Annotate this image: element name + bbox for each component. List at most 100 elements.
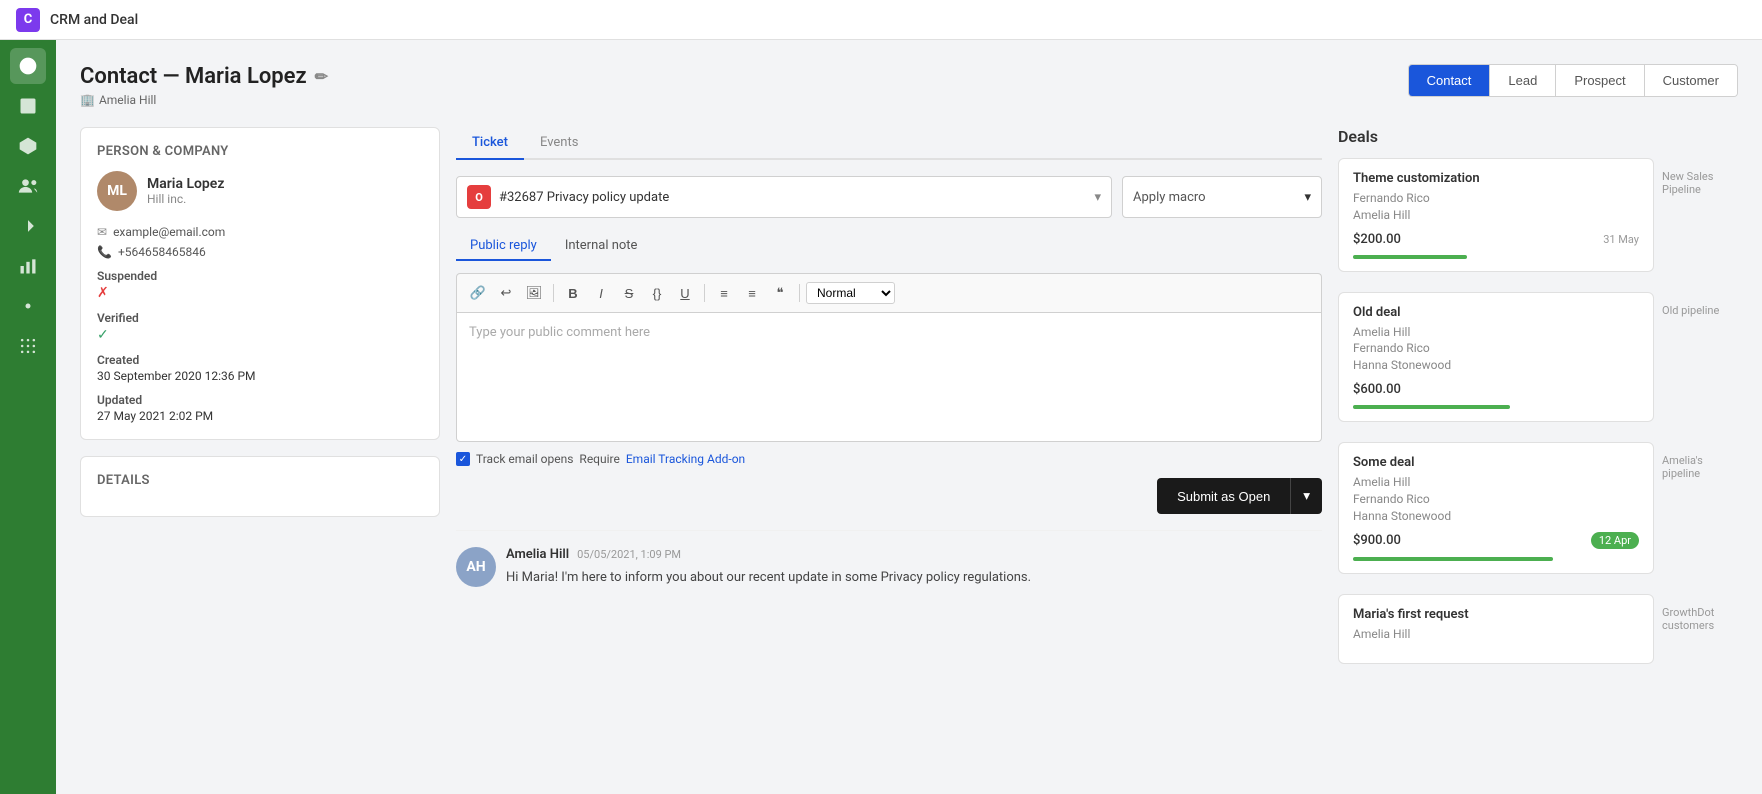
deal-persons-4: Amelia Hill [1353,626,1639,643]
track-email-require: Require [579,452,619,466]
deal-footer-2: $600.00 [1353,382,1639,397]
toolbar-code-btn[interactable]: {} [644,280,670,306]
sidebar [0,40,56,794]
deal-progress-2 [1353,405,1510,409]
toolbar-ol-btn[interactable]: ≡ [739,280,765,306]
deals-list: Theme customization Fernando RicoAmelia … [1338,158,1738,674]
editor-container: 🔗 ↩ 🖼 B I S {} U ≡ ≡ ❝ [456,273,1322,442]
toolbar-undo-btn[interactable]: ↩ [493,280,519,306]
toolbar-sep-1 [553,284,554,302]
company-building-icon: 🏢 [80,93,95,107]
deal-card-3: Some deal Amelia HillFernando RicoHanna … [1338,442,1654,574]
track-email-checkbox[interactable]: ✓ [456,452,470,466]
sidebar-icon-settings[interactable] [10,288,46,324]
submit-button[interactable]: Submit as Open [1157,478,1290,514]
tab-events[interactable]: Events [524,127,594,160]
editor-placeholder: Type your public comment here [469,325,650,340]
suspended-icon: ✗ [97,285,109,301]
macro-chevron-icon: ▾ [1304,190,1311,205]
toolbar-bold-btn[interactable]: B [560,280,586,306]
right-column: Deals Theme customization Fernando RicoA… [1338,127,1738,684]
deal-date-3: 12 Apr [1591,532,1639,549]
center-column: Ticket Events O #32687 Privacy policy up… [456,127,1322,684]
deal-card-4: Maria's first request Amelia Hill [1338,594,1654,664]
deal-row-1: Theme customization Fernando RicoAmelia … [1338,158,1738,282]
sidebar-icon-products[interactable] [10,128,46,164]
deal-amount-3: $900.00 [1353,533,1401,548]
deal-card-2: Old deal Amelia HillFernando RicoHanna S… [1338,292,1654,422]
phone-icon: 📞 [97,245,112,259]
phone-row: 📞 +564658465846 [97,245,423,259]
sidebar-icon-pipeline[interactable] [10,208,46,244]
tab-prospect[interactable]: Prospect [1555,65,1643,96]
person-details: Maria Lopez Hill inc. [147,176,224,206]
ticket-id-name: #32687 Privacy policy update [499,190,1086,205]
phone-value: +564658465846 [118,245,206,259]
toolbar-sep-3 [799,284,800,302]
app-title: CRM and Deal [50,12,138,28]
deal-amount-1: $200.00 [1353,232,1401,247]
details-card: Details [80,456,440,517]
created-value: 30 September 2020 12:36 PM [97,369,423,383]
top-bar: C CRM and Deal [0,0,1762,40]
comment-text: Hi Maria! I'm here to inform you about o… [506,568,1322,588]
edit-icon[interactable]: ✏ [315,67,328,86]
format-select[interactable]: Normal Heading 1 Heading 2 Heading 3 [806,282,895,304]
left-column: Person & Company ML Maria Lopez Hill inc… [80,127,440,684]
sidebar-icon-apps[interactable] [10,328,46,364]
deal-row-2: Old deal Amelia HillFernando RicoHanna S… [1338,292,1738,432]
tab-lead[interactable]: Lead [1489,65,1555,96]
comment-author: Amelia Hill [506,547,569,562]
sidebar-icon-contacts[interactable] [10,168,46,204]
page-title: Contact — Maria Lopez ✏ [80,64,328,89]
deal-row-3: Some deal Amelia HillFernando RicoHanna … [1338,442,1738,584]
person-name: Maria Lopez [147,176,224,192]
deal-amount-2: $600.00 [1353,382,1401,397]
deal-persons-1: Fernando RicoAmelia Hill [1353,190,1639,224]
avatar: ML [97,171,137,211]
verified-icon: ✓ [97,327,109,343]
toolbar-sep-2 [704,284,705,302]
sidebar-icon-reports[interactable] [10,248,46,284]
sidebar-icon-deals[interactable] [10,88,46,124]
ticket-selector[interactable]: O #32687 Privacy policy update ▾ [456,176,1112,218]
track-email-row: ✓ Track email opens Require Email Tracki… [456,452,1322,466]
tab-ticket[interactable]: Ticket [456,127,524,160]
submit-chevron-button[interactable]: ▾ [1290,478,1322,514]
person-company-card: Person & Company ML Maria Lopez Hill inc… [80,127,440,440]
toolbar-ul-btn[interactable]: ≡ [711,280,737,306]
email-icon: ✉ [97,225,107,239]
updated-label: Updated [97,393,423,407]
deal-name-3: Some deal [1353,455,1639,470]
reply-tabs: Public reply Internal note [456,232,1322,261]
sidebar-icon-home[interactable] [10,48,46,84]
macro-selector[interactable]: Apply macro ▾ [1122,176,1322,218]
deal-name-4: Maria's first request [1353,607,1639,622]
toolbar-image-btn[interactable]: 🖼 [521,280,547,306]
toolbar-strike-btn[interactable]: S [616,280,642,306]
deal-row-4: Maria's first request Amelia Hill Growth… [1338,594,1738,674]
reply-tab-internal[interactable]: Internal note [551,232,652,261]
status-tabs: Contact Lead Prospect Customer [1408,64,1738,97]
track-email-label: Track email opens [476,452,573,466]
toolbar-underline-btn[interactable]: U [672,280,698,306]
submit-row: Submit as Open ▾ [456,478,1322,514]
toolbar-italic-btn[interactable]: I [588,280,614,306]
toolbar-quote-btn[interactable]: ❝ [767,280,793,306]
editor-area[interactable]: Type your public comment here [456,312,1322,442]
email-row: ✉ example@email.com [97,225,423,239]
header-left: Contact — Maria Lopez ✏ 🏢 Amelia Hill [80,64,328,107]
tab-customer[interactable]: Customer [1644,65,1737,96]
pipeline-label-4: GrowthDot customers [1658,594,1738,632]
pipeline-label-1: New Sales Pipeline [1658,158,1738,196]
deal-persons-2: Amelia HillFernando RicoHanna Stonewood [1353,324,1639,374]
deal-progress-1 [1353,255,1467,259]
pipeline-label-2: Old pipeline [1658,292,1738,317]
reply-tab-public[interactable]: Public reply [456,232,551,261]
tab-contact[interactable]: Contact [1409,65,1490,96]
toolbar-link-btn[interactable]: 🔗 [465,280,491,306]
email-tracking-link[interactable]: Email Tracking Add-on [626,452,745,466]
deal-progress-3 [1353,557,1553,561]
header-sub: 🏢 Amelia Hill [80,93,328,107]
macro-label: Apply macro [1133,190,1296,205]
